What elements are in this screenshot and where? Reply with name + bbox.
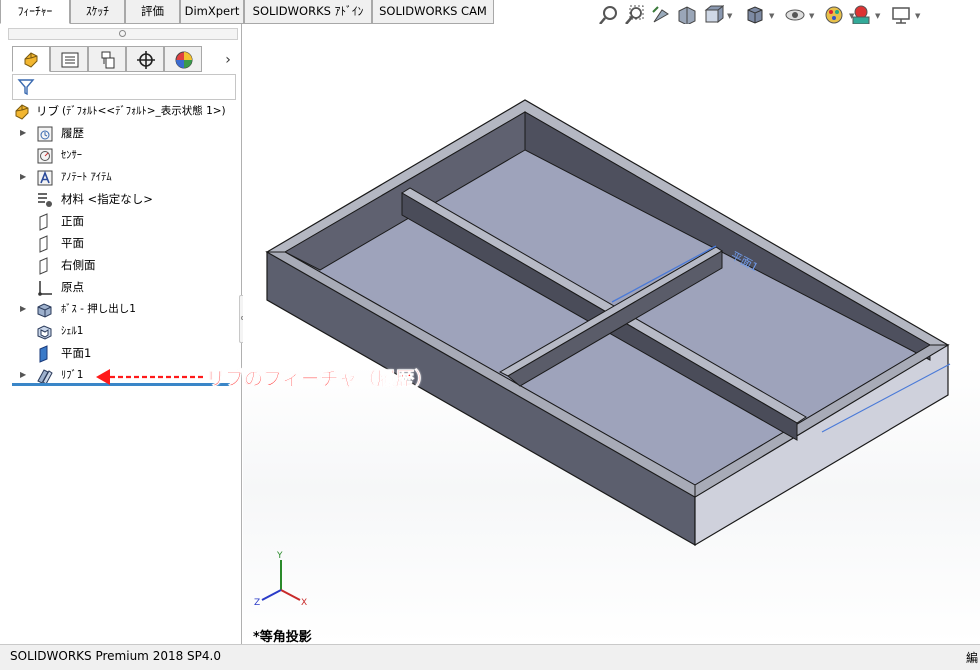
featuremanager-icon — [24, 52, 38, 68]
configurationmanager-icon — [101, 51, 115, 69]
plane-icon — [36, 213, 54, 231]
triad-x-label: X — [301, 598, 307, 608]
edit-appearance-icon[interactable] — [824, 4, 846, 26]
x-axis — [280, 589, 301, 601]
dimxpertmanager-tab[interactable] — [126, 46, 164, 72]
annotation-text: リブのフィーチャ（履歴） — [206, 368, 434, 391]
expand-arrow-icon[interactable]: ▶ — [20, 166, 26, 188]
tree-item-label: 平面1 — [61, 346, 92, 360]
tree-item-label: 履歴 — [61, 126, 84, 140]
featuremanager-pane: › リブ (ﾃﾞﾌｫﾙﾄ<<ﾃﾞﾌｫﾙﾄ>_表示状態 1>) ▶ 履歴 ｾﾝｻｰ… — [0, 24, 242, 644]
annotations-icon — [36, 169, 54, 187]
zoom-to-area-icon[interactable] — [624, 4, 646, 26]
tree-item-plane1[interactable]: 平面1 — [0, 342, 242, 364]
expand-arrow-icon[interactable]: ▶ — [20, 122, 26, 144]
view-settings-icon[interactable] — [890, 4, 912, 26]
tree-item-boss-extrude[interactable]: ▶ ﾎﾞｽ - 押し出し1 — [0, 298, 242, 320]
tree-item-label: 原点 — [61, 280, 84, 294]
graphics-area[interactable]: 平面1 Y X Z — [243, 24, 980, 644]
root-config-name: (ﾃﾞﾌｫﾙﾄ<<ﾃﾞﾌｫﾙﾄ>_表示状態 1>) — [62, 105, 226, 117]
tree-root-part[interactable]: リブ (ﾃﾞﾌｫﾙﾄ<<ﾃﾞﾌｫﾙﾄ>_表示状態 1>) — [0, 100, 242, 122]
material-icon — [36, 191, 54, 209]
tree-item-annotations[interactable]: ▶ ｱﾉﾃｰﾄ ｱｲﾃﾑ — [0, 166, 242, 188]
chevron-right-icon[interactable]: › — [220, 50, 236, 70]
filter-icon — [17, 79, 35, 96]
status-edit-mode: 編 — [966, 651, 979, 665]
boss-extrude-icon — [36, 301, 54, 319]
grip-dot-icon — [119, 30, 126, 37]
view-orientation-icon[interactable] — [702, 4, 725, 26]
z-axis — [261, 589, 282, 601]
shell-icon — [36, 323, 54, 341]
tree-item-origin[interactable]: 原点 — [0, 276, 242, 298]
tree-item-label: ｼｪﾙ1 — [61, 325, 84, 337]
tab-solidworks-cam[interactable]: SOLIDWORKS CAM — [372, 0, 494, 24]
hide-show-items-icon[interactable] — [784, 4, 806, 26]
tab-features[interactable]: ﾌｨｰﾁｬｰ — [0, 0, 70, 24]
propertymanager-icon — [61, 52, 79, 68]
plane-icon — [36, 257, 54, 275]
tab-evaluate[interactable]: 評価 — [125, 0, 180, 24]
apply-scene-icon[interactable] — [850, 4, 872, 26]
view-orientation-label: *等角投影 — [253, 630, 312, 645]
left-arrow-icon — [96, 369, 204, 385]
tree-item-label: ﾎﾞｽ - 押し出し1 — [61, 303, 136, 315]
chevron-down-icon[interactable]: ▼ — [915, 12, 920, 20]
tree-item-top-plane[interactable]: 平面 — [0, 232, 242, 254]
tab-solidworks-addins[interactable]: SOLIDWORKS ｱﾄﾞｲﾝ — [244, 0, 372, 24]
rib-feature-annotation: リブのフィーチャ（履歴） — [96, 364, 476, 390]
manager-tabs — [8, 46, 242, 72]
triad-z-label: Z — [254, 598, 260, 608]
propertymanager-tab[interactable] — [50, 46, 88, 72]
section-view-icon[interactable] — [676, 4, 698, 26]
solidworks-window: ﾌｨｰﾁｬｰ ｽｹｯﾁ 評価 DimXpert SOLIDWORKS ｱﾄﾞｲﾝ… — [0, 0, 980, 670]
tree-item-front-plane[interactable]: 正面 — [0, 210, 242, 232]
root-part-name: リブ — [36, 104, 59, 118]
tree-item-material[interactable]: 材料 <指定なし> — [0, 188, 242, 210]
zoom-to-fit-icon[interactable] — [598, 4, 620, 26]
tree-item-label: ｱﾉﾃｰﾄ ｱｲﾃﾑ — [61, 171, 112, 183]
tree-item-label: 平面 — [61, 236, 84, 250]
tree-item-label: 正面 — [61, 214, 84, 228]
status-bar: SOLIDWORKS Premium 2018 SP4.0 編 — [0, 644, 980, 670]
previous-view-icon[interactable] — [650, 4, 672, 26]
status-version-text: SOLIDWORKS Premium 2018 SP4.0 — [10, 649, 221, 663]
tab-dimxpert[interactable]: DimXpert — [180, 0, 244, 24]
part-icon — [14, 103, 32, 121]
chevron-down-icon[interactable]: ▼ — [875, 12, 880, 20]
tree-item-label: ｾﾝｻｰ — [61, 149, 82, 161]
tree-filter-input[interactable] — [12, 74, 236, 100]
tree-item-right-plane[interactable]: 右側面 — [0, 254, 242, 276]
chevron-down-icon[interactable]: ▼ — [727, 12, 732, 20]
tree-item-sensors[interactable]: ｾﾝｻｰ — [0, 144, 242, 166]
configurationmanager-tab[interactable] — [88, 46, 126, 72]
plane-icon — [36, 345, 54, 363]
display-style-icon[interactable] — [744, 4, 766, 26]
pane-grip[interactable] — [8, 28, 238, 40]
history-icon — [36, 125, 54, 143]
featuremanager-tab[interactable] — [12, 46, 50, 72]
model-view: 平面1 Y X Z — [254, 99, 951, 608]
origin-icon — [36, 279, 54, 297]
plane-icon — [36, 235, 54, 253]
sensors-icon — [36, 147, 54, 165]
chevron-down-icon[interactable]: ▼ — [809, 12, 814, 20]
displaymanager-icon — [175, 51, 193, 69]
chevron-down-icon[interactable]: ▼ — [769, 12, 774, 20]
tab-sketch[interactable]: ｽｹｯﾁ — [70, 0, 125, 24]
expand-arrow-icon[interactable]: ▶ — [20, 298, 26, 320]
triad-y-label: Y — [276, 551, 283, 561]
tree-item-label: 材料 <指定なし> — [61, 192, 153, 206]
displaymanager-tab[interactable] — [164, 46, 202, 72]
tree-item-shell[interactable]: ｼｪﾙ1 — [0, 320, 242, 342]
dimxpertmanager-icon — [137, 51, 155, 69]
tree-item-label: 右側面 — [61, 258, 96, 272]
tree-item-history[interactable]: ▶ 履歴 — [0, 122, 242, 144]
